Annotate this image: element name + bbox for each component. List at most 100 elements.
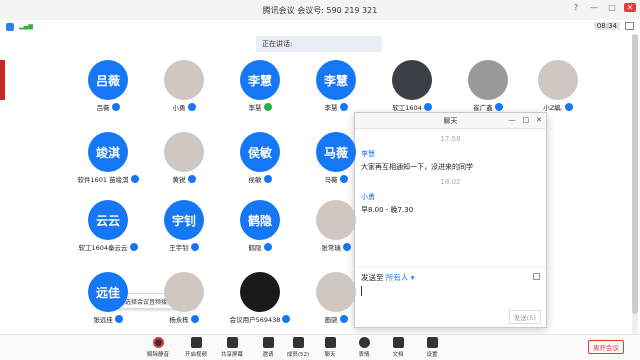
chat-close-button[interactable]: ✕ — [536, 116, 542, 124]
gear-icon — [426, 337, 438, 348]
chat-timestamp: 17:58 — [440, 135, 461, 143]
participant-tile[interactable]: 远佳张远佳 — [70, 272, 146, 328]
chat-window-controls: — □ ✕ — [509, 116, 543, 124]
fullscreen-icon[interactable] — [625, 22, 634, 30]
info-bar: ▂▄▆ 08:34 — [0, 20, 640, 34]
participant-tile[interactable]: 崔广鑫 — [450, 60, 526, 116]
participant-tile[interactable]: 侯敏 侯敏 — [222, 132, 298, 188]
participant-name-row: 小Z編. — [520, 102, 596, 112]
participant-tile[interactable]: 李慧 李慧 — [222, 60, 298, 116]
start-video-label: 开启视频 — [184, 352, 207, 358]
avatar — [316, 200, 356, 240]
share-screen-label: 共享屏幕 — [220, 352, 243, 358]
title-bar: 腾讯会议 会议号: 590 219 321 ? — □ ✕ — [0, 0, 640, 20]
participant-name: 吕薇 — [96, 104, 110, 112]
camera-off-icon — [190, 337, 202, 348]
docs-label: 文档 — [392, 352, 404, 358]
mic-icon — [263, 243, 272, 251]
settings-label: 设置 — [426, 352, 438, 358]
mic-icon — [114, 315, 123, 323]
avatar: 云云 — [88, 200, 128, 240]
emoji-button[interactable]: 表情 — [346, 337, 382, 358]
chat-minimize-button[interactable]: — — [509, 116, 516, 124]
participant-name: 小勇 — [172, 104, 186, 112]
send-button[interactable]: 发送(S) — [508, 310, 541, 324]
minimize-button[interactable]: — — [588, 3, 600, 12]
settings-button[interactable]: 设置 — [414, 337, 450, 358]
participant-name-row: 会议用户569438 — [222, 314, 298, 324]
maximize-button[interactable]: □ — [606, 3, 618, 12]
signal-icon[interactable]: ▂▄▆ — [19, 24, 33, 30]
grid-scrollbar[interactable] — [632, 34, 638, 334]
help-button[interactable]: ? — [570, 3, 582, 12]
participant-name: 黄锐 — [172, 176, 186, 184]
participant-tile[interactable]: 吕薇 吕薇 — [70, 60, 146, 116]
participant-name: 鹤隐 — [248, 244, 262, 252]
mic-icon — [342, 243, 351, 251]
participant-name: 画骁 — [324, 316, 338, 324]
participant-tile[interactable]: 云云 软工1604秦云云 — [70, 200, 146, 256]
chat-button[interactable]: 聊天 — [312, 337, 348, 358]
shield-icon[interactable] — [6, 23, 14, 31]
mic-icon — [423, 103, 432, 111]
docs-button[interactable]: 文档 — [380, 337, 416, 358]
mic-icon — [339, 103, 348, 111]
chevron-down-icon[interactable]: ▾ — [411, 273, 415, 282]
participant-tile[interactable]: 会议用户569438 — [222, 272, 298, 328]
participant-name-row: 鹤隐 — [222, 242, 298, 252]
avatar — [392, 60, 432, 100]
document-icon — [392, 337, 404, 348]
participant-tile[interactable]: 杨永栋 — [146, 272, 222, 328]
close-button[interactable]: ✕ — [624, 3, 636, 12]
participant-tile[interactable]: 竣淇 软件1601 苗竣淇 — [70, 132, 146, 188]
avatar: 马薇 — [316, 132, 356, 172]
participant-tile[interactable]: 宇钊 王宇钊 — [146, 200, 222, 256]
participant-name: 软件1601 苗竣淇 — [77, 176, 129, 184]
participant-name-row: 黄锐 — [146, 174, 222, 184]
participant-tile[interactable]: 软工1604 — [374, 60, 450, 116]
mic-icon — [339, 315, 348, 323]
chat-maximize-button[interactable]: □ — [523, 116, 530, 124]
participant-name: 张远佳 — [93, 316, 113, 324]
chat-icon — [324, 337, 336, 348]
unmute-button[interactable]: 解除静音 — [140, 337, 176, 358]
file-icon[interactable] — [533, 273, 540, 280]
start-video-button[interactable]: 开启视频 — [178, 337, 214, 358]
avatar: 宇钊 — [164, 200, 204, 240]
window-controls: ? — □ ✕ — [570, 3, 636, 12]
invite-icon — [262, 337, 274, 348]
participant-tile[interactable]: 黄锐 — [146, 132, 222, 188]
participant-name-row: 张常瑞 — [298, 242, 374, 252]
send-to-target[interactable]: 所有人 — [386, 273, 409, 282]
meeting-window: 腾讯会议 会议号: 590 219 321 ? — □ ✕ ▂▄▆ 08:34 … — [0, 0, 640, 360]
mic-icon — [111, 103, 120, 111]
participant-tile[interactable]: 画骁 — [298, 272, 374, 328]
invite-label: 邀请 — [262, 352, 274, 358]
unmute-label: 解除静音 — [146, 352, 169, 358]
mic-icon — [339, 175, 348, 183]
mic-icon — [282, 315, 291, 323]
participant-tile[interactable]: 张常瑞 — [298, 200, 374, 256]
participant-tile[interactable]: 小勇 — [146, 60, 222, 116]
participant-name-row: 软工1604 — [374, 102, 450, 112]
leave-meeting-button[interactable]: 离开会议 — [588, 340, 624, 354]
share-screen-button[interactable]: 共享屏幕 — [214, 337, 250, 358]
chat-panel: 聊天 — □ ✕ 17:58 李慧 大家再互相通知一下，没进来的同学 18:02… — [354, 112, 547, 328]
participant-tile[interactable]: 李慧 李慧 — [298, 60, 374, 116]
participant-name-row: 王宇钊 — [146, 242, 222, 252]
chat-label: 聊天 — [324, 352, 336, 358]
participant-name-row: 杨永栋 — [146, 314, 222, 324]
participant-tile[interactable]: 鹤隐 鹤隐 — [222, 200, 298, 256]
participant-tile[interactable]: 马薇 马薇 — [298, 132, 374, 188]
participant-tile[interactable]: 小Z編. — [520, 60, 596, 116]
members-button[interactable]: 成员(52) — [280, 337, 316, 358]
avatar — [316, 272, 356, 312]
avatar: 鹤隐 — [240, 200, 280, 240]
avatar — [538, 60, 578, 100]
participant-name-row: 马薇 — [298, 174, 374, 184]
chat-timestamp: 18:02 — [440, 178, 461, 186]
participant-name-row: 画骁 — [298, 314, 374, 324]
avatar: 远佳 — [88, 272, 128, 312]
participant-name: 李慧 — [248, 104, 262, 112]
participant-name-row: 小勇 — [146, 102, 222, 112]
